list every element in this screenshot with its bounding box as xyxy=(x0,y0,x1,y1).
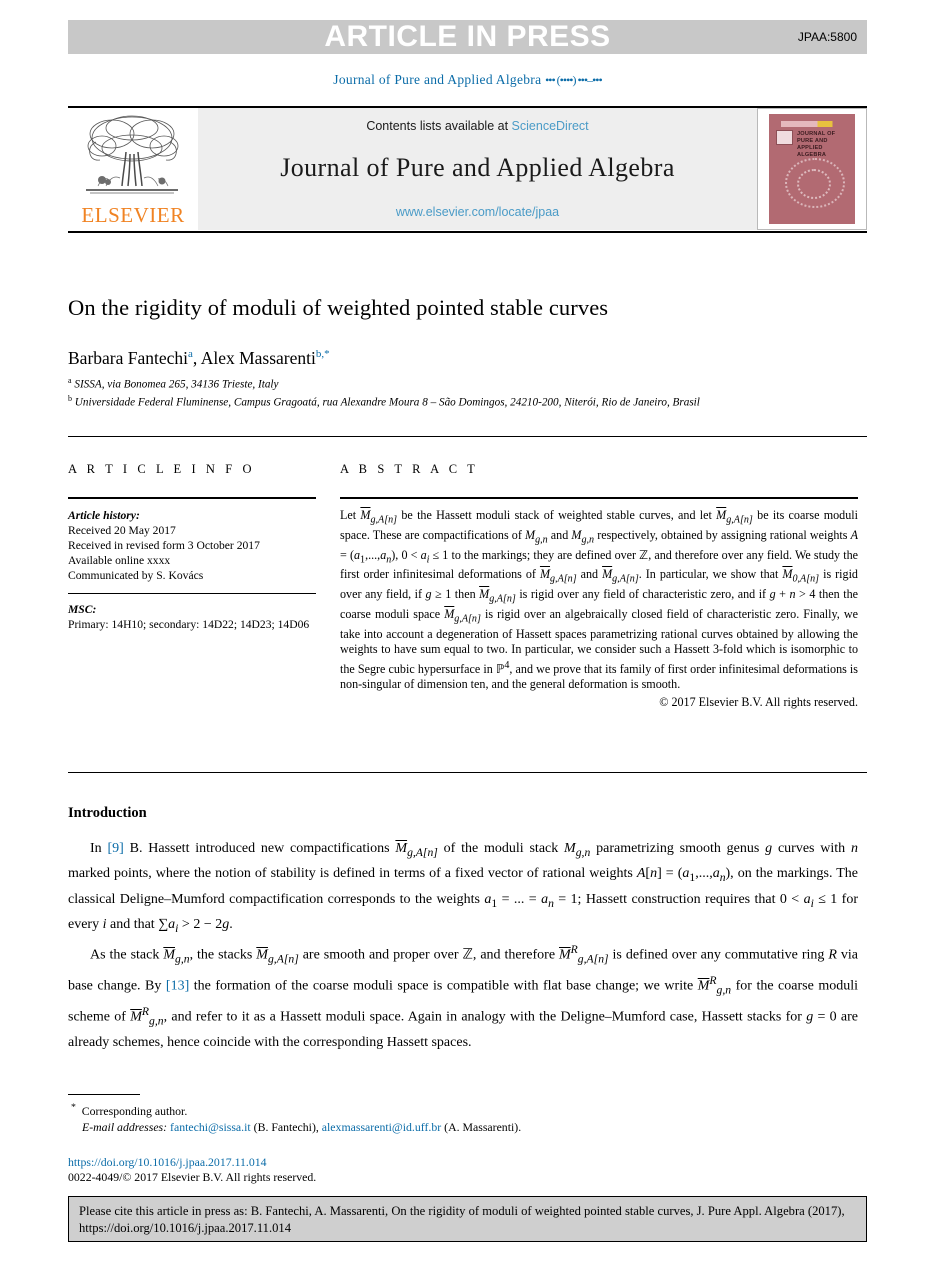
doi-link[interactable]: https://doi.org/10.1016/j.jpaa.2017.11.0… xyxy=(68,1155,858,1170)
revised-date: Received in revised form 3 October 2017 xyxy=(68,539,260,552)
introduction-heading: Introduction xyxy=(68,805,147,821)
title-bottom-rule xyxy=(68,436,867,437)
elsevier-wordmark: ELSEVIER xyxy=(81,203,185,227)
issn-copyright-line: 0022-4049/© 2017 Elsevier B.V. All right… xyxy=(68,1170,317,1184)
footnote-rule xyxy=(68,1094,140,1095)
cover-decoration-inner xyxy=(797,169,831,199)
email-note: E-mail addresses: fantechi@sissa.it (B. … xyxy=(68,1119,858,1135)
abstract-column: A B S T R A C T Let Mg,A[n] be the Hasse… xyxy=(340,462,858,710)
contents-line: Contents lists available at ScienceDirec… xyxy=(366,119,588,133)
running-head-volume: ••• (••••) •••–••• xyxy=(545,73,603,87)
contents-label: Contents lists available at xyxy=(366,119,509,133)
introduction-body: In [9] B. Hassett introduced new compact… xyxy=(68,838,858,1054)
article-history-label: Article history: xyxy=(68,509,140,522)
elsevier-logo: ELSEVIER xyxy=(68,108,198,230)
msc-label: MSC: xyxy=(68,603,97,616)
cover-top-bar xyxy=(781,121,847,127)
corresponding-author-text: Corresponding author. xyxy=(81,1103,188,1118)
communicated-by: Communicated by S. Kovács xyxy=(68,569,204,582)
masthead-center: Contents lists available at ScienceDirec… xyxy=(198,108,757,230)
page-title: On the rigidity of moduli of weighted po… xyxy=(68,295,609,320)
affiliation-a-text: SISSA, via Bonomea 265, 34136 Trieste, I… xyxy=(74,378,279,391)
masthead: ELSEVIER Contents lists available at Sci… xyxy=(68,108,867,230)
article-info-rule xyxy=(68,497,316,499)
reference-13[interactable]: [13] xyxy=(166,979,189,994)
abstract-heading: A B S T R A C T xyxy=(340,462,479,476)
available-online: Available online xxxx xyxy=(68,554,171,567)
affiliation-b: b Universidade Federal Fluminense, Campu… xyxy=(68,393,700,409)
article-history-block: Article history: Received 20 May 2017 Re… xyxy=(68,508,316,583)
received-date: Received 20 May 2017 xyxy=(68,524,176,537)
abstract-copyright: © 2017 Elsevier B.V. All rights reserved… xyxy=(659,694,858,709)
affiliation-b-text: Universidade Federal Fluminense, Campus … xyxy=(74,396,700,409)
running-head: Journal of Pure and Applied Algebra ••• … xyxy=(0,72,935,88)
article-info-column: A R T I C L E I N F O Article history: R… xyxy=(68,462,316,632)
cover-art: JOURNAL OF PURE AND APPLIED ALGEBRA xyxy=(769,114,855,224)
email-addresses-label: E-mail addresses: xyxy=(82,1119,168,1134)
msc-rule xyxy=(68,593,316,594)
author-list: Barbara Fantechia, Alex Massarentib,* xyxy=(68,348,330,368)
journal-cover-thumbnail: JOURNAL OF PURE AND APPLIED ALGEBRA xyxy=(757,108,867,230)
cite-text: Please cite this article in press as: B.… xyxy=(79,1204,845,1235)
abstract-rule xyxy=(340,497,858,499)
email-link-massarenti[interactable]: alexmassarenti@id.uff.br xyxy=(322,1120,441,1134)
elsevier-tree-icon xyxy=(76,112,188,204)
cover-elsevier-mark-icon xyxy=(776,130,793,145)
email-link-fantechi[interactable]: fantechi@sissa.it xyxy=(170,1120,251,1134)
article-in-press-banner: ARTICLE IN PRESS JPAA:5800 xyxy=(68,20,867,54)
journal-title: Journal of Pure and Applied Algebra xyxy=(280,153,675,182)
doi-block: https://doi.org/10.1016/j.jpaa.2017.11.0… xyxy=(68,1155,858,1185)
msc-block: MSC: Primary: 14H10; secondary: 14D22; 1… xyxy=(68,602,316,632)
reference-9[interactable]: [9] xyxy=(107,841,123,856)
affiliation-a: a SISSA, via Bonomea 265, 34136 Trieste,… xyxy=(68,376,279,391)
intro-paragraph-1: In [9] B. Hassett introduced new compact… xyxy=(68,841,858,935)
abstract-bottom-rule xyxy=(68,772,867,773)
email-owner-massarenti: (A. Massarenti). xyxy=(444,1119,522,1134)
article-in-press-label: ARTICLE IN PRESS xyxy=(324,20,611,53)
running-head-journal: Journal of Pure and Applied Algebra xyxy=(333,72,542,87)
footnote-block: * Corresponding author. E-mail addresses… xyxy=(68,1100,858,1135)
msc-codes: Primary: 14H10; secondary: 14D22; 14D23;… xyxy=(68,618,310,631)
journal-url[interactable]: www.elsevier.com/locate/jpaa xyxy=(396,205,559,219)
corresponding-author-note: * Corresponding author. xyxy=(70,1102,188,1118)
article-info-heading: A R T I C L E I N F O xyxy=(68,462,256,476)
abstract-text: Let Mg,A[n] be the Hassett moduli stack … xyxy=(340,508,858,709)
masthead-bottom-rule xyxy=(68,231,867,233)
cover-title: JOURNAL OF PURE AND APPLIED ALGEBRA xyxy=(797,131,836,158)
sciencedirect-link[interactable]: ScienceDirect xyxy=(512,119,589,133)
manuscript-code: JPAA:5800 xyxy=(797,30,857,44)
intro-paragraph-2: As the stack Mg,n, the stacks Mg,A[n] ar… xyxy=(68,943,858,1051)
cite-this-article-box: Please cite this article in press as: B.… xyxy=(68,1196,867,1242)
email-owner-fantechi: (B. Fantechi), xyxy=(253,1119,319,1134)
affiliations: a SISSA, via Bonomea 265, 34136 Trieste,… xyxy=(68,374,858,409)
